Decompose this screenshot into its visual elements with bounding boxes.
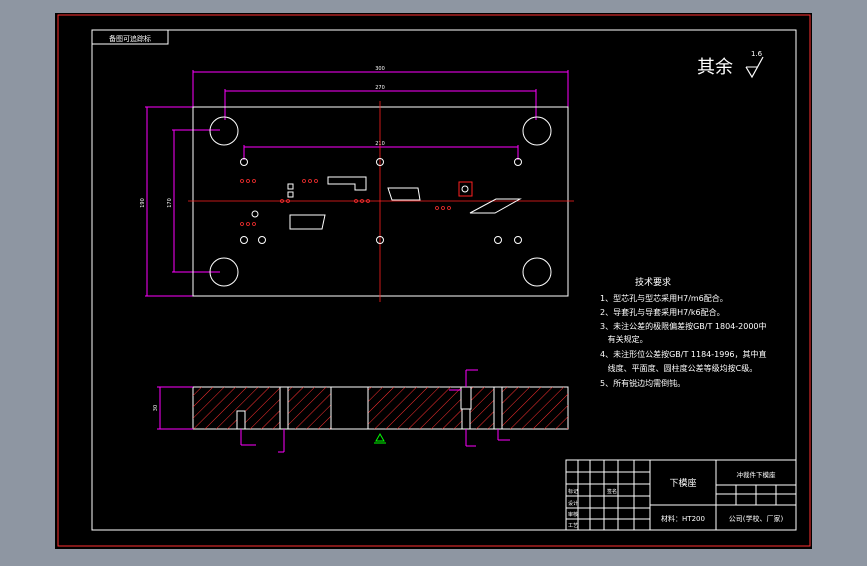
roughness-value: 1.6 xyxy=(751,50,763,58)
company: 公司(学校、厂家) xyxy=(729,514,784,523)
tech-line-1: 1、型芯孔与型芯采用H7/m6配合。 xyxy=(600,293,728,303)
tech-line-7: 5、所有锐边均需倒钝。 xyxy=(600,378,685,388)
tech-line-4: 有关规定。 xyxy=(600,334,648,344)
dim-height-overall: 190 xyxy=(140,198,146,208)
material: 材料：HT200 xyxy=(661,514,705,523)
dim-hole-span: 270 xyxy=(375,85,385,91)
label-design: 设计 xyxy=(568,500,578,507)
tech-title: 技术要求 xyxy=(635,276,671,288)
corner-tag: 备图可追踪标 xyxy=(109,34,151,43)
roughness-prefix: 其余 xyxy=(697,57,733,78)
label-check: 审核 xyxy=(568,511,578,518)
sheet-background xyxy=(55,13,812,549)
tech-line-2: 2、导套孔与导套采用H7/k6配合。 xyxy=(600,307,725,317)
tech-line-3: 3、未注公差的极限偏差按GB/T 1804-2000中 xyxy=(600,321,767,331)
label-sign: 签名 xyxy=(607,488,617,495)
dim-height-inner: 170 xyxy=(167,198,173,208)
dim-thickness: 30 xyxy=(153,405,159,411)
dim-overall-width: 300 xyxy=(375,66,385,72)
label-mark: 标记 xyxy=(568,488,578,495)
tech-line-5: 4、未注形位公差按GB/T 1184-1996，其中直 xyxy=(600,349,767,359)
tech-line-6: 线度、平面度、圆柱度公差等级均按C级。 xyxy=(600,363,757,373)
project-name: 冲裁件下模座 xyxy=(737,470,777,479)
label-process: 工艺 xyxy=(568,523,578,529)
cad-viewport: 备图可追踪标 其余 1.6 300 270 210 190 xyxy=(0,0,867,562)
part-name: 下模座 xyxy=(669,477,696,489)
drawing-canvas: 备图可追踪标 其余 1.6 300 270 210 190 xyxy=(55,13,812,549)
